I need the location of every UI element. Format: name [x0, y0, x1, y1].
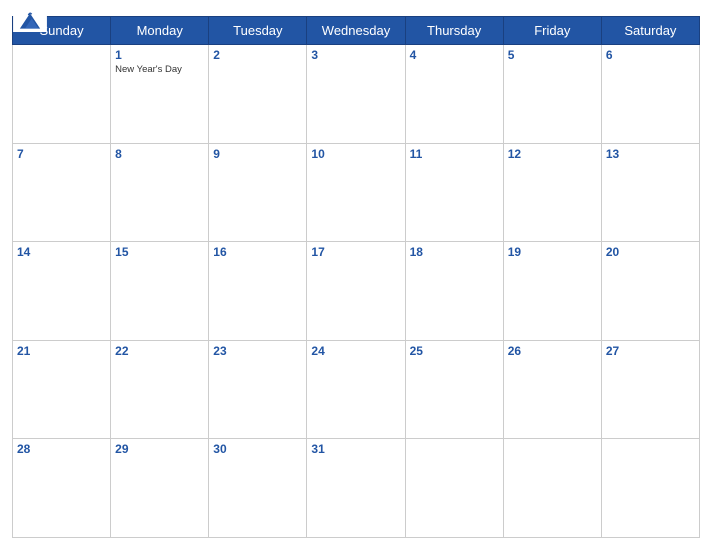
day-number: 17: [311, 245, 400, 259]
logo: [12, 10, 48, 34]
calendar-cell: 26: [503, 340, 601, 439]
day-number: 31: [311, 442, 400, 456]
holiday-label: New Year's Day: [115, 64, 204, 76]
day-number: 4: [410, 48, 499, 62]
day-number: 30: [213, 442, 302, 456]
day-number: 29: [115, 442, 204, 456]
day-number: 27: [606, 344, 695, 358]
calendar-cell: 31: [307, 439, 405, 538]
calendar-cell: 2: [209, 45, 307, 144]
calendar-cell: 13: [601, 143, 699, 242]
day-number: 26: [508, 344, 597, 358]
calendar-cell: 11: [405, 143, 503, 242]
calendar-cell: 1 New Year's Day: [111, 45, 209, 144]
day-number: 9: [213, 147, 302, 161]
calendar-cell: 20: [601, 242, 699, 341]
day-header-saturday: Saturday: [601, 17, 699, 45]
calendar-cell: 16: [209, 242, 307, 341]
day-number: 16: [213, 245, 302, 259]
calendar-cell: 9: [209, 143, 307, 242]
day-number: 23: [213, 344, 302, 358]
calendar-cell: 17: [307, 242, 405, 341]
day-header-tuesday: Tuesday: [209, 17, 307, 45]
day-header-monday: Monday: [111, 17, 209, 45]
day-number: 5: [508, 48, 597, 62]
calendar-cell: [13, 45, 111, 144]
calendar-table: SundayMondayTuesdayWednesdayThursdayFrid…: [12, 16, 700, 538]
day-number: 10: [311, 147, 400, 161]
day-number: 18: [410, 245, 499, 259]
calendar-cell: [503, 439, 601, 538]
day-number: 6: [606, 48, 695, 62]
calendar-cell: [405, 439, 503, 538]
day-number: 21: [17, 344, 106, 358]
calendar-body: 1New Year's Day2345678910111213141516171…: [13, 45, 700, 538]
calendar-cell: 6: [601, 45, 699, 144]
day-header-thursday: Thursday: [405, 17, 503, 45]
calendar-cell: 28: [13, 439, 111, 538]
week-row-5: 28 29 30 31: [13, 439, 700, 538]
day-number: 15: [115, 245, 204, 259]
calendar-cell: 23: [209, 340, 307, 439]
calendar-cell: 25: [405, 340, 503, 439]
calendar-cell: 22: [111, 340, 209, 439]
day-header-friday: Friday: [503, 17, 601, 45]
day-number: 19: [508, 245, 597, 259]
logo-icon: [12, 10, 48, 32]
calendar-wrapper: SundayMondayTuesdayWednesdayThursdayFrid…: [0, 0, 712, 550]
day-number: 20: [606, 245, 695, 259]
day-number: 3: [311, 48, 400, 62]
calendar-cell: 29: [111, 439, 209, 538]
calendar-cell: 18: [405, 242, 503, 341]
calendar-cell: 5: [503, 45, 601, 144]
calendar-cell: 14: [13, 242, 111, 341]
calendar-cell: 4: [405, 45, 503, 144]
day-number: 25: [410, 344, 499, 358]
day-number: 13: [606, 147, 695, 161]
calendar-cell: 7: [13, 143, 111, 242]
calendar-cell: 10: [307, 143, 405, 242]
week-row-4: 21 22 23 24 25 26 27: [13, 340, 700, 439]
day-header-wednesday: Wednesday: [307, 17, 405, 45]
day-number: 22: [115, 344, 204, 358]
calendar-cell: 24: [307, 340, 405, 439]
calendar-cell: 27: [601, 340, 699, 439]
week-row-3: 14 15 16 17 18 19 20: [13, 242, 700, 341]
day-number: 28: [17, 442, 106, 456]
calendar-cell: 19: [503, 242, 601, 341]
day-number: 7: [17, 147, 106, 161]
day-number: 12: [508, 147, 597, 161]
day-number: 14: [17, 245, 106, 259]
calendar-header-row: SundayMondayTuesdayWednesdayThursdayFrid…: [13, 17, 700, 45]
day-number: 8: [115, 147, 204, 161]
day-number: 2: [213, 48, 302, 62]
calendar-cell: 3: [307, 45, 405, 144]
days-of-week-row: SundayMondayTuesdayWednesdayThursdayFrid…: [13, 17, 700, 45]
calendar-cell: 15: [111, 242, 209, 341]
week-row-2: 789 10 11 12 13: [13, 143, 700, 242]
day-number: 24: [311, 344, 400, 358]
day-number: 11: [410, 147, 499, 161]
calendar-cell: 21: [13, 340, 111, 439]
calendar-cell: 30: [209, 439, 307, 538]
calendar-cell: 8: [111, 143, 209, 242]
calendar-cell: 12: [503, 143, 601, 242]
day-number: 1: [115, 48, 204, 62]
week-row-1: 1 New Year's Day 23456: [13, 45, 700, 144]
calendar-cell: [601, 439, 699, 538]
